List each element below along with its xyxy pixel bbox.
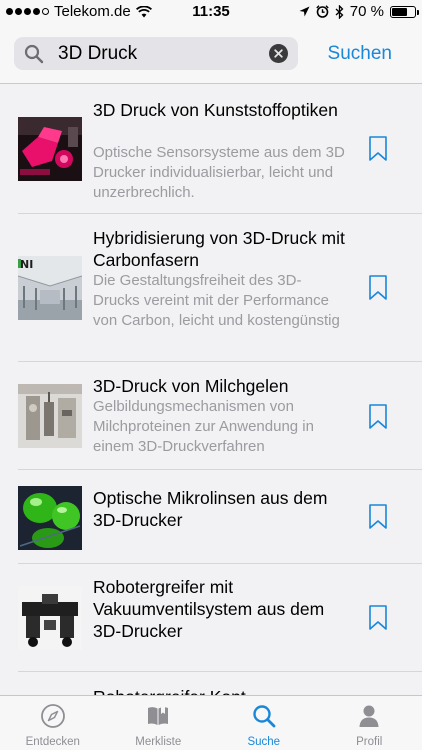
result-thumbnail-hall: NI	[18, 256, 82, 320]
search-icon	[24, 44, 44, 64]
battery-icon	[390, 5, 419, 18]
result-thumbnail-gripper	[18, 586, 82, 650]
compass-icon	[40, 704, 65, 728]
tab-entdecken[interactable]: Entdecken	[0, 696, 106, 750]
svg-text:NI: NI	[20, 258, 33, 271]
result-title: Hybridisierung von 3D-Druck mit Carbonfa…	[93, 228, 345, 270]
bookmark-icon[interactable]	[369, 136, 387, 161]
result-description: Die Gestaltungsfreiheit des 3D-Drucks ve…	[93, 272, 340, 329]
tab-bar: Entdecken Merkliste Suche Profil	[0, 695, 422, 750]
search-icon	[253, 705, 276, 728]
status-bar: Telekom.de 11:35 70 %	[0, 0, 422, 24]
tab-label: Profil	[356, 736, 383, 748]
location-arrow-icon	[299, 6, 310, 17]
tab-merkliste[interactable]: Merkliste	[106, 696, 212, 750]
result-thumbnail-lab	[18, 384, 82, 448]
search-submit-button[interactable]: Suchen	[328, 43, 392, 65]
search-input[interactable]: 3D Druck	[58, 43, 137, 65]
bookmark-icon[interactable]	[369, 605, 387, 630]
bookmark-icon[interactable]	[369, 275, 387, 300]
result-row[interactable]: Roboter­greifer Kont…	[0, 672, 422, 695]
result-title: Optische Mikrolinsen aus dem 3D-Drucker	[93, 488, 328, 530]
result-thumbnail-pink-optics	[18, 117, 82, 181]
tab-label: Entdecken	[25, 736, 80, 748]
result-row[interactable]: NI Hybridisierung von 3D-Druck mit Carbo…	[0, 214, 422, 362]
result-thumbnail-green-lenses	[18, 486, 82, 550]
bookmark-icon[interactable]	[369, 404, 387, 429]
tab-suche[interactable]: Suche	[211, 696, 317, 750]
bookmark-icon[interactable]	[369, 504, 387, 529]
alarm-icon	[316, 5, 329, 18]
person-icon	[359, 705, 379, 727]
tab-profil[interactable]: Profil	[317, 696, 422, 750]
battery-percent: 70 %	[349, 3, 384, 20]
result-row[interactable]: Optische Mikrolinsen aus dem 3D-Drucker	[0, 470, 422, 564]
search-field[interactable]: 3D Druck	[14, 37, 298, 70]
search-header: 3D Druck Suchen	[0, 24, 422, 84]
tab-label: Suche	[247, 736, 281, 748]
status-right: 70 %	[299, 3, 419, 20]
result-row[interactable]: 3D Druck von Kunststoffoptiken Optische …	[0, 85, 422, 214]
result-title: 3D Druck von Kunststoffoptiken	[93, 100, 338, 120]
result-title: Robotergreifer mit Vakuumventilsystem au…	[93, 577, 325, 641]
result-list: 3D Druck von Kunststoffoptiken Optische …	[0, 85, 422, 695]
result-row[interactable]: 3D-Druck von Milchgelen Gelbildungsmecha…	[0, 362, 422, 470]
result-description: Gelbildungsmechanismen von Milchproteine…	[93, 398, 314, 455]
result-title: 3D-Druck von Milchgelen	[93, 376, 289, 396]
tab-label: Merkliste	[135, 736, 182, 748]
result-description: Optische Sensorsysteme aus dem 3D Drucke…	[93, 144, 345, 201]
clear-search-icon[interactable]	[269, 44, 288, 63]
result-row[interactable]: Robotergreifer mit Vakuumventilsystem au…	[0, 564, 422, 672]
bluetooth-icon	[335, 4, 344, 19]
result-title-partial: Roboter­greifer Kont…	[93, 686, 348, 695]
book-icon	[148, 707, 169, 725]
